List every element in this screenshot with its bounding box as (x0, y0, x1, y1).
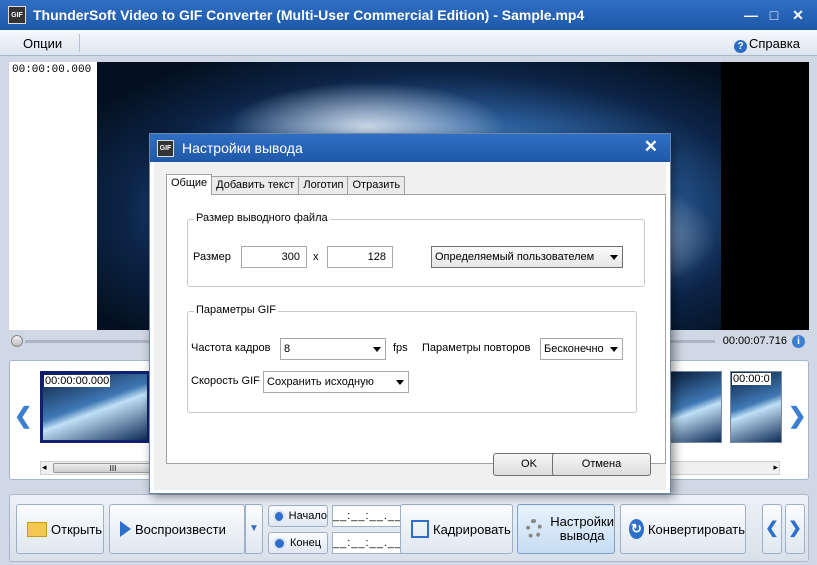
chevron-down-icon (396, 380, 404, 385)
current-time: 00:00:00.000 (11, 64, 93, 76)
size-preset-value: Определяемый пользователем (435, 251, 595, 263)
start-label: Начало (288, 510, 327, 522)
thumbnail-time: 00:00:00.000 (44, 375, 111, 387)
output-settings-label: Настройки вывода (550, 514, 614, 543)
seek-handle[interactable] (11, 335, 23, 347)
convert-button[interactable]: ↻ Конвертировать (620, 504, 746, 554)
menu-separator (79, 34, 80, 52)
next-page-icon[interactable]: ❯ (785, 504, 805, 554)
chevron-down-icon (610, 255, 618, 260)
frame-rate-value: 8 (284, 343, 291, 355)
end-time-input[interactable]: __:__:__.___ (332, 532, 408, 554)
chevron-down-icon (610, 347, 618, 352)
menu-help[interactable]: ? Справка (734, 36, 800, 53)
convert-icon: ↻ (629, 519, 644, 539)
start-time-input[interactable]: __:__:__.___ (332, 505, 408, 527)
repeat-value: Бесконечно (544, 343, 604, 355)
fps-unit-label: fps (393, 342, 408, 354)
frame-rate-label: Частота кадров (191, 342, 271, 354)
open-button[interactable]: Открыть (16, 504, 104, 554)
size-label: Размер (193, 251, 231, 263)
menu-options[interactable]: Опции (23, 36, 62, 51)
prev-page-icon[interactable]: ❮ (762, 504, 782, 554)
crop-button[interactable]: Кадрировать (400, 504, 513, 554)
strip-prev-icon[interactable]: ❮ (14, 403, 32, 429)
play-label: Воспроизвести (135, 521, 226, 537)
tab-add-text[interactable]: Добавить текст (211, 176, 300, 195)
crop-icon (411, 520, 429, 538)
folder-icon (27, 521, 47, 537)
dialog-title: Настройки вывода (182, 140, 303, 156)
gif-params-group-label: Параметры GIF (194, 304, 279, 316)
scroll-right-icon[interactable]: ▸ (773, 462, 778, 473)
thumbnail-time: 00:00:0 (732, 373, 771, 385)
gif-speed-value: Сохранить исходную (267, 376, 374, 388)
dialog-close-icon[interactable]: ✕ (644, 137, 658, 157)
bottom-toolbar: Открыть Воспроизвести ▼ Начало __:__:__.… (9, 494, 809, 562)
output-size-group-label: Размер выводного файла (194, 212, 330, 224)
menu-bar: Опции ? Справка (0, 30, 817, 56)
dialog-title-bar: GIF Настройки вывода ✕ (150, 134, 670, 162)
dialog-body: Общие Добавить текст Логотип Отразить Ра… (154, 162, 666, 490)
height-input[interactable]: 128 (327, 246, 393, 268)
strip-next-icon[interactable]: ❯ (788, 403, 806, 429)
title-bar: GIF ThunderSoft Video to GIF Converter (… (0, 0, 817, 30)
repeat-label: Параметры повторов (422, 342, 531, 354)
size-separator: x (313, 251, 319, 263)
tab-flip[interactable]: Отразить (347, 176, 406, 195)
info-icon[interactable]: i (792, 335, 805, 348)
end-label: Конец (290, 537, 322, 549)
play-icon (120, 521, 131, 537)
close-icon[interactable]: ✕ (788, 5, 808, 25)
width-input[interactable]: 300 (241, 246, 307, 268)
open-label: Открыть (51, 521, 103, 537)
clock-icon (273, 509, 285, 523)
end-button[interactable]: Конец (268, 532, 328, 554)
size-preset-select[interactable]: Определяемый пользователем (431, 246, 623, 268)
dialog-tabs: Общие Добавить текст Логотип Отразить (166, 174, 406, 195)
window-title: ThunderSoft Video to GIF Converter (Mult… (33, 7, 585, 23)
repeat-select[interactable]: Бесконечно (540, 338, 623, 360)
video-margin (9, 62, 97, 330)
dialog-gif-icon: GIF (157, 140, 174, 157)
general-tab-panel: Размер выводного файла Размер 300 x 128 … (166, 194, 666, 464)
scroll-left-icon[interactable]: ◂ (42, 462, 47, 473)
gif-speed-label: Скорость GIF (191, 375, 260, 387)
total-time: 00:00:07.716 (722, 335, 787, 347)
app-gif-icon: GIF (8, 6, 26, 24)
start-button[interactable]: Начало (268, 505, 328, 527)
maximize-icon[interactable]: □ (764, 5, 784, 25)
play-dropdown-icon[interactable]: ▼ (245, 504, 263, 554)
clock-icon (273, 536, 286, 550)
help-icon: ? (734, 40, 747, 53)
tab-logo[interactable]: Логотип (298, 176, 349, 195)
gif-speed-select[interactable]: Сохранить исходную (263, 371, 409, 393)
thumbnail[interactable]: 00:00:0 (730, 371, 782, 443)
output-settings-button[interactable]: Настройки вывода (517, 504, 615, 554)
cancel-button[interactable]: Отмена (552, 453, 651, 476)
gif-params-group: Параметры GIF Частота кадров 8 fps Парам… (187, 304, 637, 413)
frame-rate-select[interactable]: 8 (280, 338, 386, 360)
convert-label: Конвертировать (647, 521, 745, 537)
thumbnail-selected[interactable]: 00:00:00.000 (40, 371, 150, 443)
output-size-group: Размер выводного файла Размер 300 x 128 … (187, 212, 645, 287)
chevron-down-icon (373, 347, 381, 352)
play-button[interactable]: Воспроизвести (109, 504, 245, 554)
gear-icon (526, 519, 543, 539)
minimize-icon[interactable]: — (741, 5, 761, 25)
thumbnail[interactable] (670, 371, 722, 443)
menu-help-label: Справка (749, 36, 800, 51)
output-settings-dialog: GIF Настройки вывода ✕ Общие Добавить те… (149, 133, 671, 494)
crop-label: Кадрировать (433, 521, 511, 537)
tab-general[interactable]: Общие (166, 174, 213, 195)
